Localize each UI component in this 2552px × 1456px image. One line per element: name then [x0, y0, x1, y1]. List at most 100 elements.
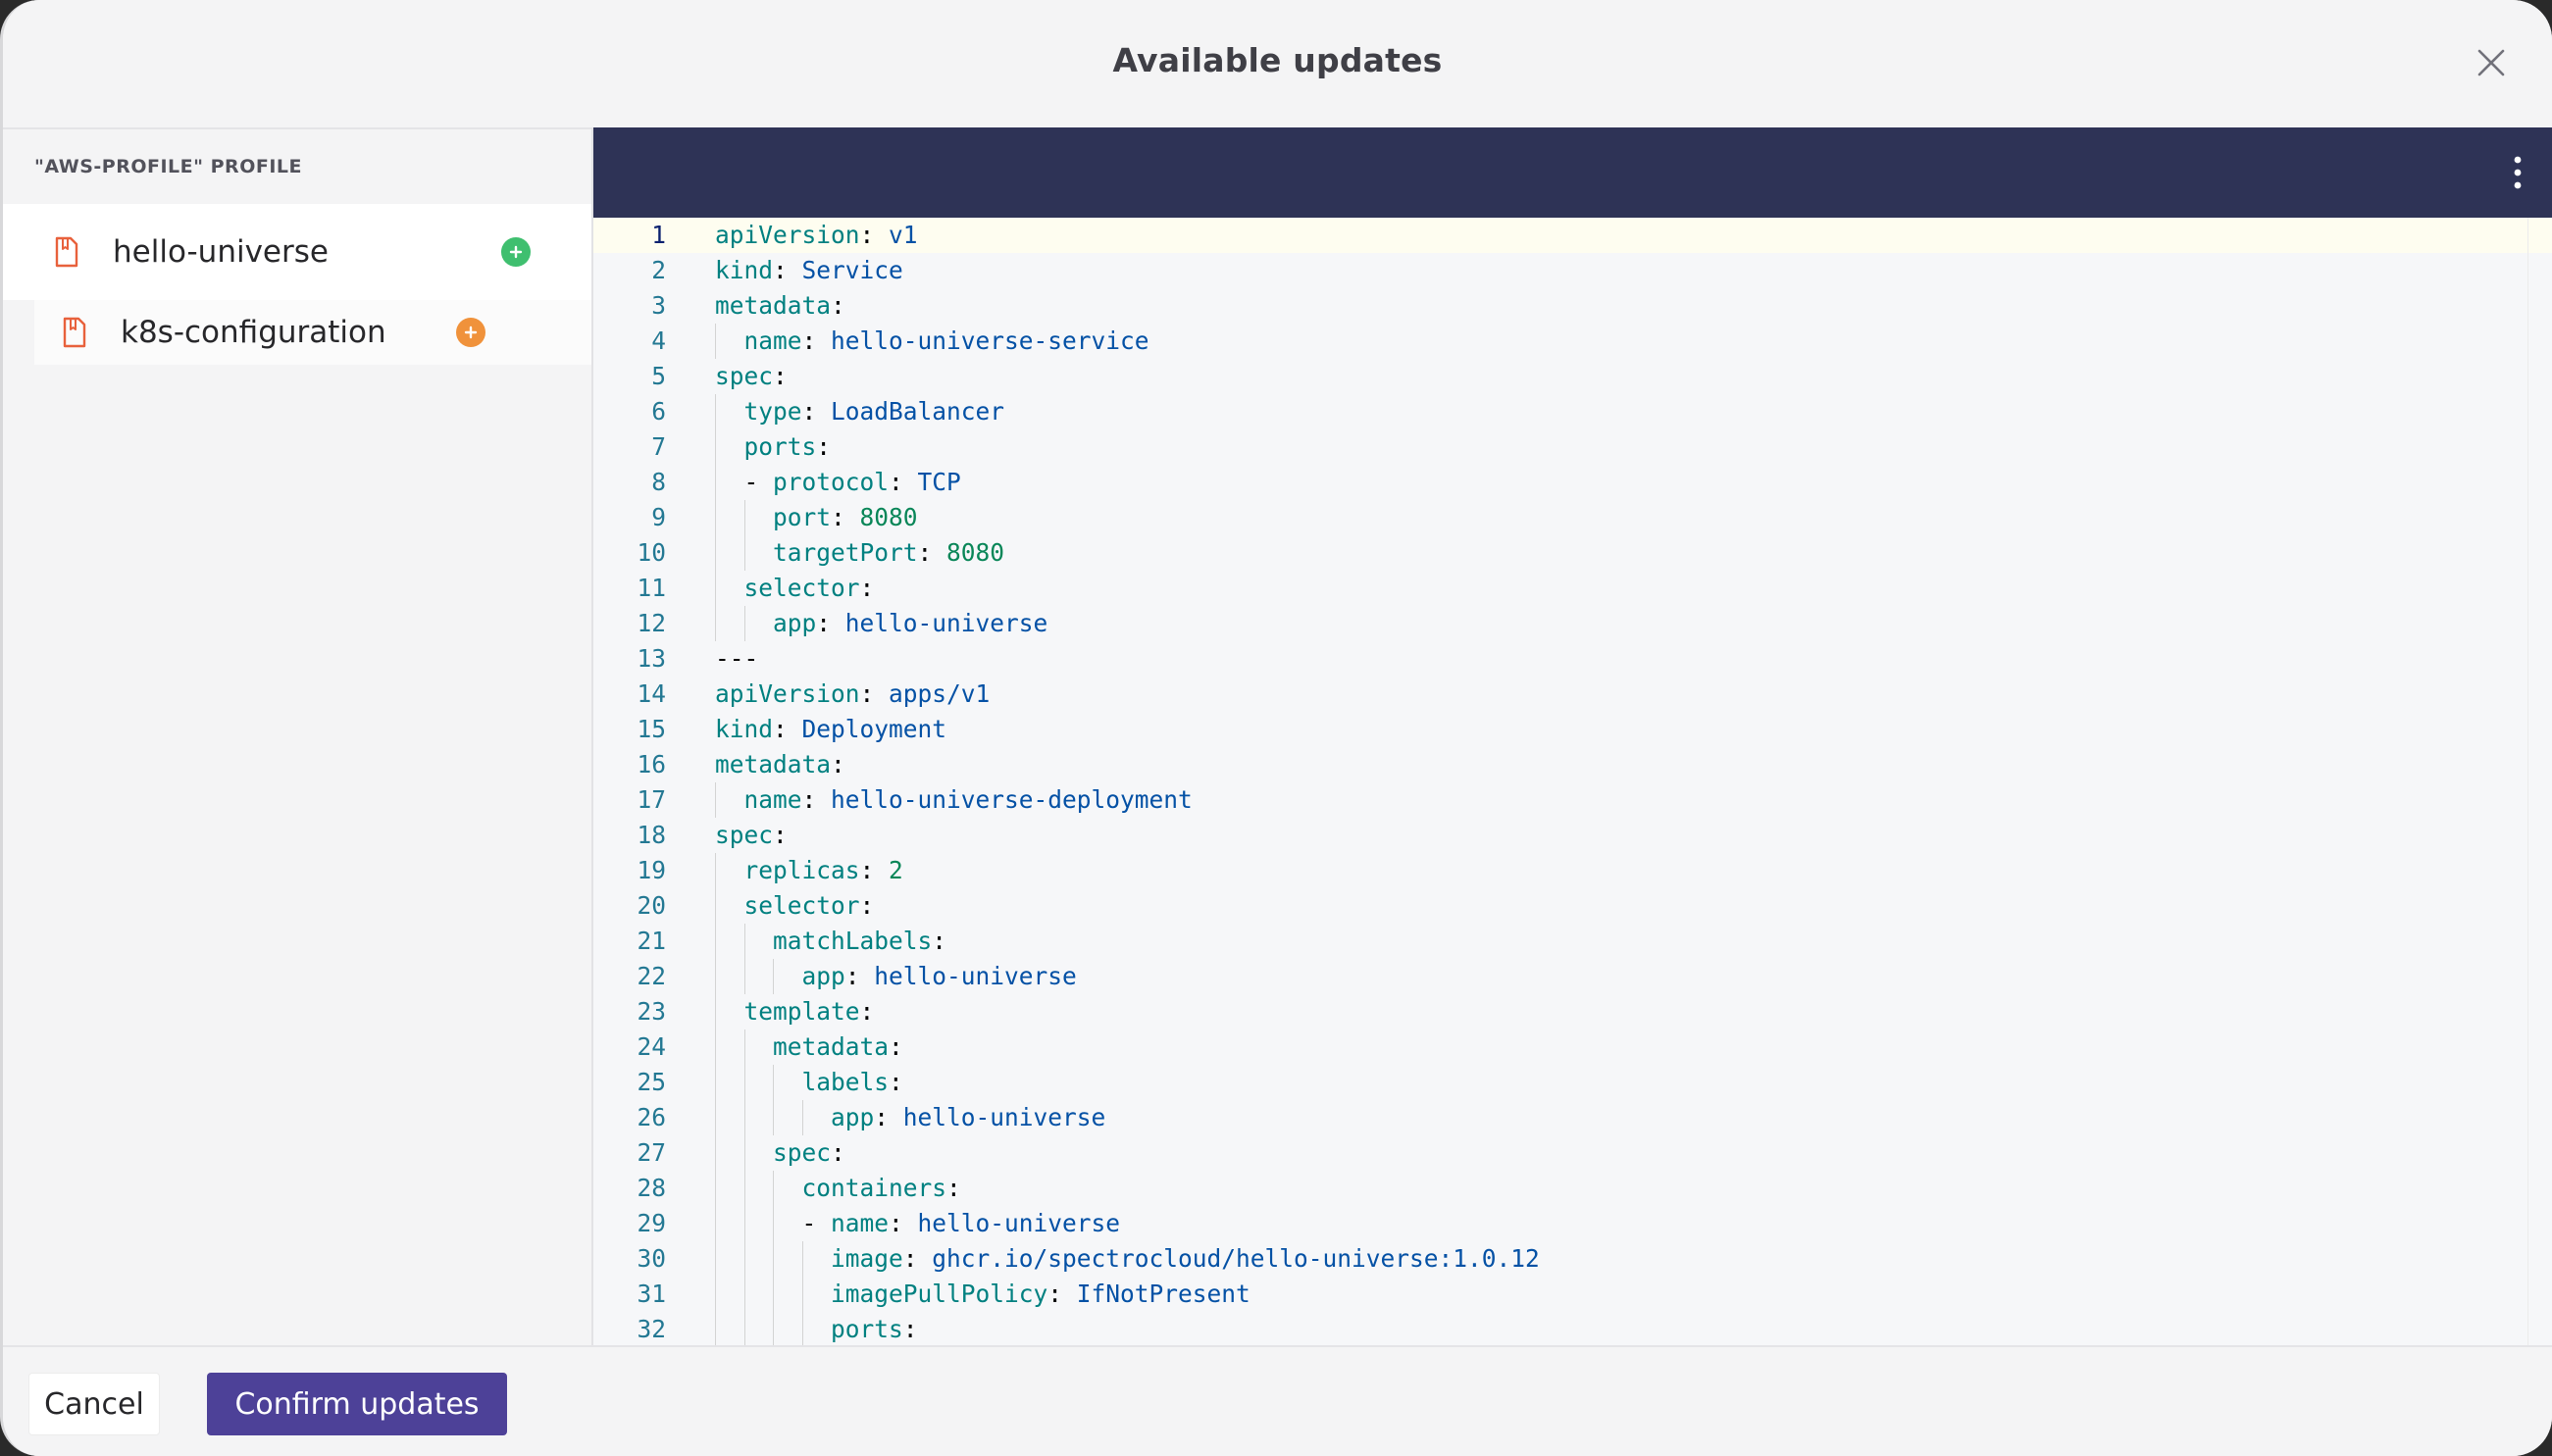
line-number: 19: [637, 856, 666, 884]
indent-guide: [715, 1171, 744, 1206]
line-number: 13: [637, 644, 666, 673]
code-token: 8080: [946, 538, 1005, 567]
code-line[interactable]: 3 metadata:: [593, 288, 2552, 324]
code-line[interactable]: 2 kind: Service: [593, 253, 2552, 288]
indent-guide: [715, 1029, 744, 1065]
code-line[interactable]: 30 image: ghcr.io/spectrocloud/hello-univ…: [593, 1241, 2552, 1277]
yaml-editor[interactable]: 1 apiVersion: v1 2 kind: Service 3 metadata: 4…: [593, 127, 2552, 1345]
code-token: apiVersion: [715, 679, 860, 708]
code-line[interactable]: 22 app: hello-universe: [593, 959, 2552, 994]
sidebar-item-k8s-configuration[interactable]: k8s-configuration: [34, 300, 591, 365]
code-line[interactable]: 28 containers:: [593, 1171, 2552, 1206]
indent-guide: [715, 1312, 744, 1345]
code-line[interactable]: 15 kind: Deployment: [593, 712, 2552, 747]
code-line[interactable]: 32 ports:: [593, 1312, 2552, 1345]
line-number: 3: [651, 291, 666, 320]
code-line[interactable]: 10 targetPort: 8080: [593, 535, 2552, 571]
code-token: :: [773, 256, 802, 284]
line-number: 30: [637, 1244, 666, 1273]
code-token: port: [773, 503, 832, 531]
editor-scrollbar[interactable]: [2527, 218, 2552, 1345]
indent-guide: [743, 1241, 774, 1277]
line-number: 15: [637, 715, 666, 743]
code-line[interactable]: 20 selector:: [593, 888, 2552, 924]
code-token: :: [801, 785, 832, 814]
code-line[interactable]: 12 app: hello-universe: [593, 606, 2552, 641]
indent-guide: [715, 1277, 744, 1312]
code-area[interactable]: 1 apiVersion: v1 2 kind: Service 3 metadata: 4…: [593, 218, 2552, 1345]
indent-guide: [801, 1100, 832, 1135]
indent-guide: [715, 394, 744, 429]
code-token: :: [889, 1032, 903, 1061]
code-line[interactable]: 4 name: hello-universe-service: [593, 324, 2552, 359]
code-token: app: [801, 962, 845, 990]
line-content: port: 8080: [715, 500, 918, 535]
dialog-title: Available updates: [1112, 41, 1443, 79]
code-line[interactable]: 11 selector:: [593, 571, 2552, 606]
code-line[interactable]: 18 spec:: [593, 818, 2552, 853]
line-content: kind: Deployment: [715, 712, 946, 747]
indent-guide: [715, 324, 744, 359]
code-line[interactable]: 16 metadata:: [593, 747, 2552, 782]
indent-guide: [715, 429, 744, 465]
indent-guide: [715, 924, 744, 959]
code-token: :: [889, 1209, 918, 1237]
code-line[interactable]: 24 metadata:: [593, 1029, 2552, 1065]
line-content: template:: [715, 994, 874, 1029]
code-token: hello-universe: [902, 1103, 1106, 1131]
code-line[interactable]: 25 labels:: [593, 1065, 2552, 1100]
line-number: 11: [637, 574, 666, 602]
code-line[interactable]: 17 name: hello-universe-deployment: [593, 782, 2552, 818]
code-line[interactable]: 7 ports:: [593, 429, 2552, 465]
code-line[interactable]: 13 ---: [593, 641, 2552, 677]
code-line[interactable]: 5 spec:: [593, 359, 2552, 394]
indent-guide: [743, 1100, 774, 1135]
code-token: :: [946, 1174, 961, 1202]
code-line[interactable]: 1 apiVersion: v1: [593, 218, 2552, 253]
code-token: kind: [715, 256, 774, 284]
code-line[interactable]: 29 - name: hello-universe: [593, 1206, 2552, 1241]
code-line[interactable]: 14 apiVersion: apps/v1: [593, 677, 2552, 712]
code-line[interactable]: 21 matchLabels:: [593, 924, 2552, 959]
code-token: hello-universe: [844, 609, 1048, 637]
line-content: image: ghcr.io/spectrocloud/hello-univer…: [715, 1241, 1540, 1277]
line-content: labels:: [715, 1065, 903, 1100]
indent-guide: [743, 1206, 774, 1241]
code-line[interactable]: 6 type: LoadBalancer: [593, 394, 2552, 429]
code-line[interactable]: 27 spec:: [593, 1135, 2552, 1171]
indent-guide: [773, 1312, 802, 1345]
code-line[interactable]: 8 - protocol: TCP: [593, 465, 2552, 500]
code-token: kind: [715, 715, 774, 743]
indent-guide: [773, 959, 802, 994]
code-token: :: [874, 1103, 903, 1131]
code-line[interactable]: 31 imagePullPolicy: IfNotPresent: [593, 1277, 2552, 1312]
cancel-button[interactable]: Cancel: [28, 1373, 160, 1435]
line-number: 20: [637, 891, 666, 920]
line-content: ---: [715, 641, 758, 677]
code-token: ports: [831, 1315, 903, 1343]
code-token: 2: [889, 856, 903, 884]
line-content: metadata:: [715, 747, 845, 782]
line-number: 26: [637, 1103, 666, 1131]
code-line[interactable]: 19 replicas: 2: [593, 853, 2552, 888]
line-content: spec:: [715, 359, 788, 394]
dialog-footer: Cancel Confirm updates: [3, 1345, 2552, 1456]
close-icon[interactable]: [2472, 43, 2511, 82]
more-options-icon[interactable]: [2510, 155, 2526, 190]
confirm-updates-button[interactable]: Confirm updates: [207, 1373, 507, 1435]
indent-guide: [743, 1135, 774, 1171]
indent-guide: [773, 1100, 802, 1135]
line-number: 22: [637, 962, 666, 990]
code-line[interactable]: 23 template:: [593, 994, 2552, 1029]
indent-guide: [773, 1065, 802, 1100]
code-token: replicas: [743, 856, 860, 884]
code-line[interactable]: 9 port: 8080: [593, 500, 2552, 535]
code-token: :: [816, 432, 832, 461]
code-line[interactable]: 26 app: hello-universe: [593, 1100, 2552, 1135]
code-token: :: [801, 326, 832, 355]
file-icon: [63, 317, 86, 348]
code-token: :: [859, 856, 890, 884]
indent-guide: [743, 606, 774, 641]
line-content: - protocol: TCP: [715, 465, 961, 500]
sidebar-item-hello-universe[interactable]: hello-universe: [3, 204, 591, 300]
